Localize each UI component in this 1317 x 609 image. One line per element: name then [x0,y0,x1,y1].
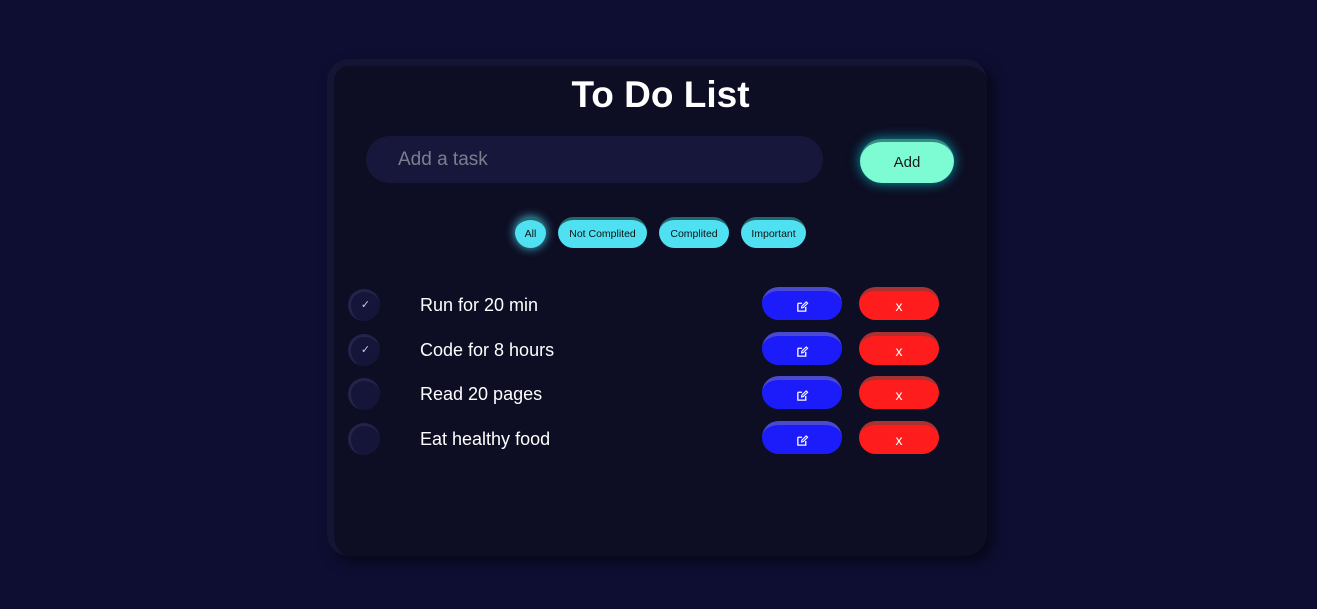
edit-icon [796,390,808,401]
task-checkbox[interactable]: ✓ [348,289,380,321]
filter-not-completed[interactable]: Not Complited [558,217,647,248]
delete-button[interactable]: x [859,287,939,320]
edit-button[interactable] [762,287,842,320]
task-row: Read 20 pages x [334,376,987,412]
edit-icon [796,301,808,312]
task-checkbox[interactable]: ✓ [348,334,380,366]
task-text: Code for 8 hours [420,340,555,360]
task-checkbox[interactable] [348,378,380,410]
task-input[interactable] [366,136,823,183]
filter-completed[interactable]: Complited [659,217,729,248]
todo-card: To Do List Add All Not Complited Complit… [327,59,987,556]
task-checkbox[interactable] [348,423,380,455]
task-row: ✓ Run for 20 min x [334,287,987,323]
task-text: Eat healthy food [420,429,551,449]
task-text: Run for 20 min [420,295,539,315]
task-text: Read 20 pages [420,384,543,404]
task-row: Eat healthy food x [334,421,987,457]
filter-all[interactable]: All [515,217,546,248]
filter-important[interactable]: Important [741,217,806,248]
page-title: To Do List [571,74,750,115]
edit-icon [796,435,808,446]
add-button[interactable]: Add [860,139,954,183]
edit-button[interactable] [762,332,842,365]
edit-button[interactable] [762,376,842,409]
edit-button[interactable] [762,421,842,454]
delete-button[interactable]: x [859,421,939,454]
task-row: ✓ Code for 8 hours x [334,332,987,368]
delete-button[interactable]: x [859,332,939,365]
edit-icon [796,346,808,357]
delete-button[interactable]: x [859,376,939,409]
